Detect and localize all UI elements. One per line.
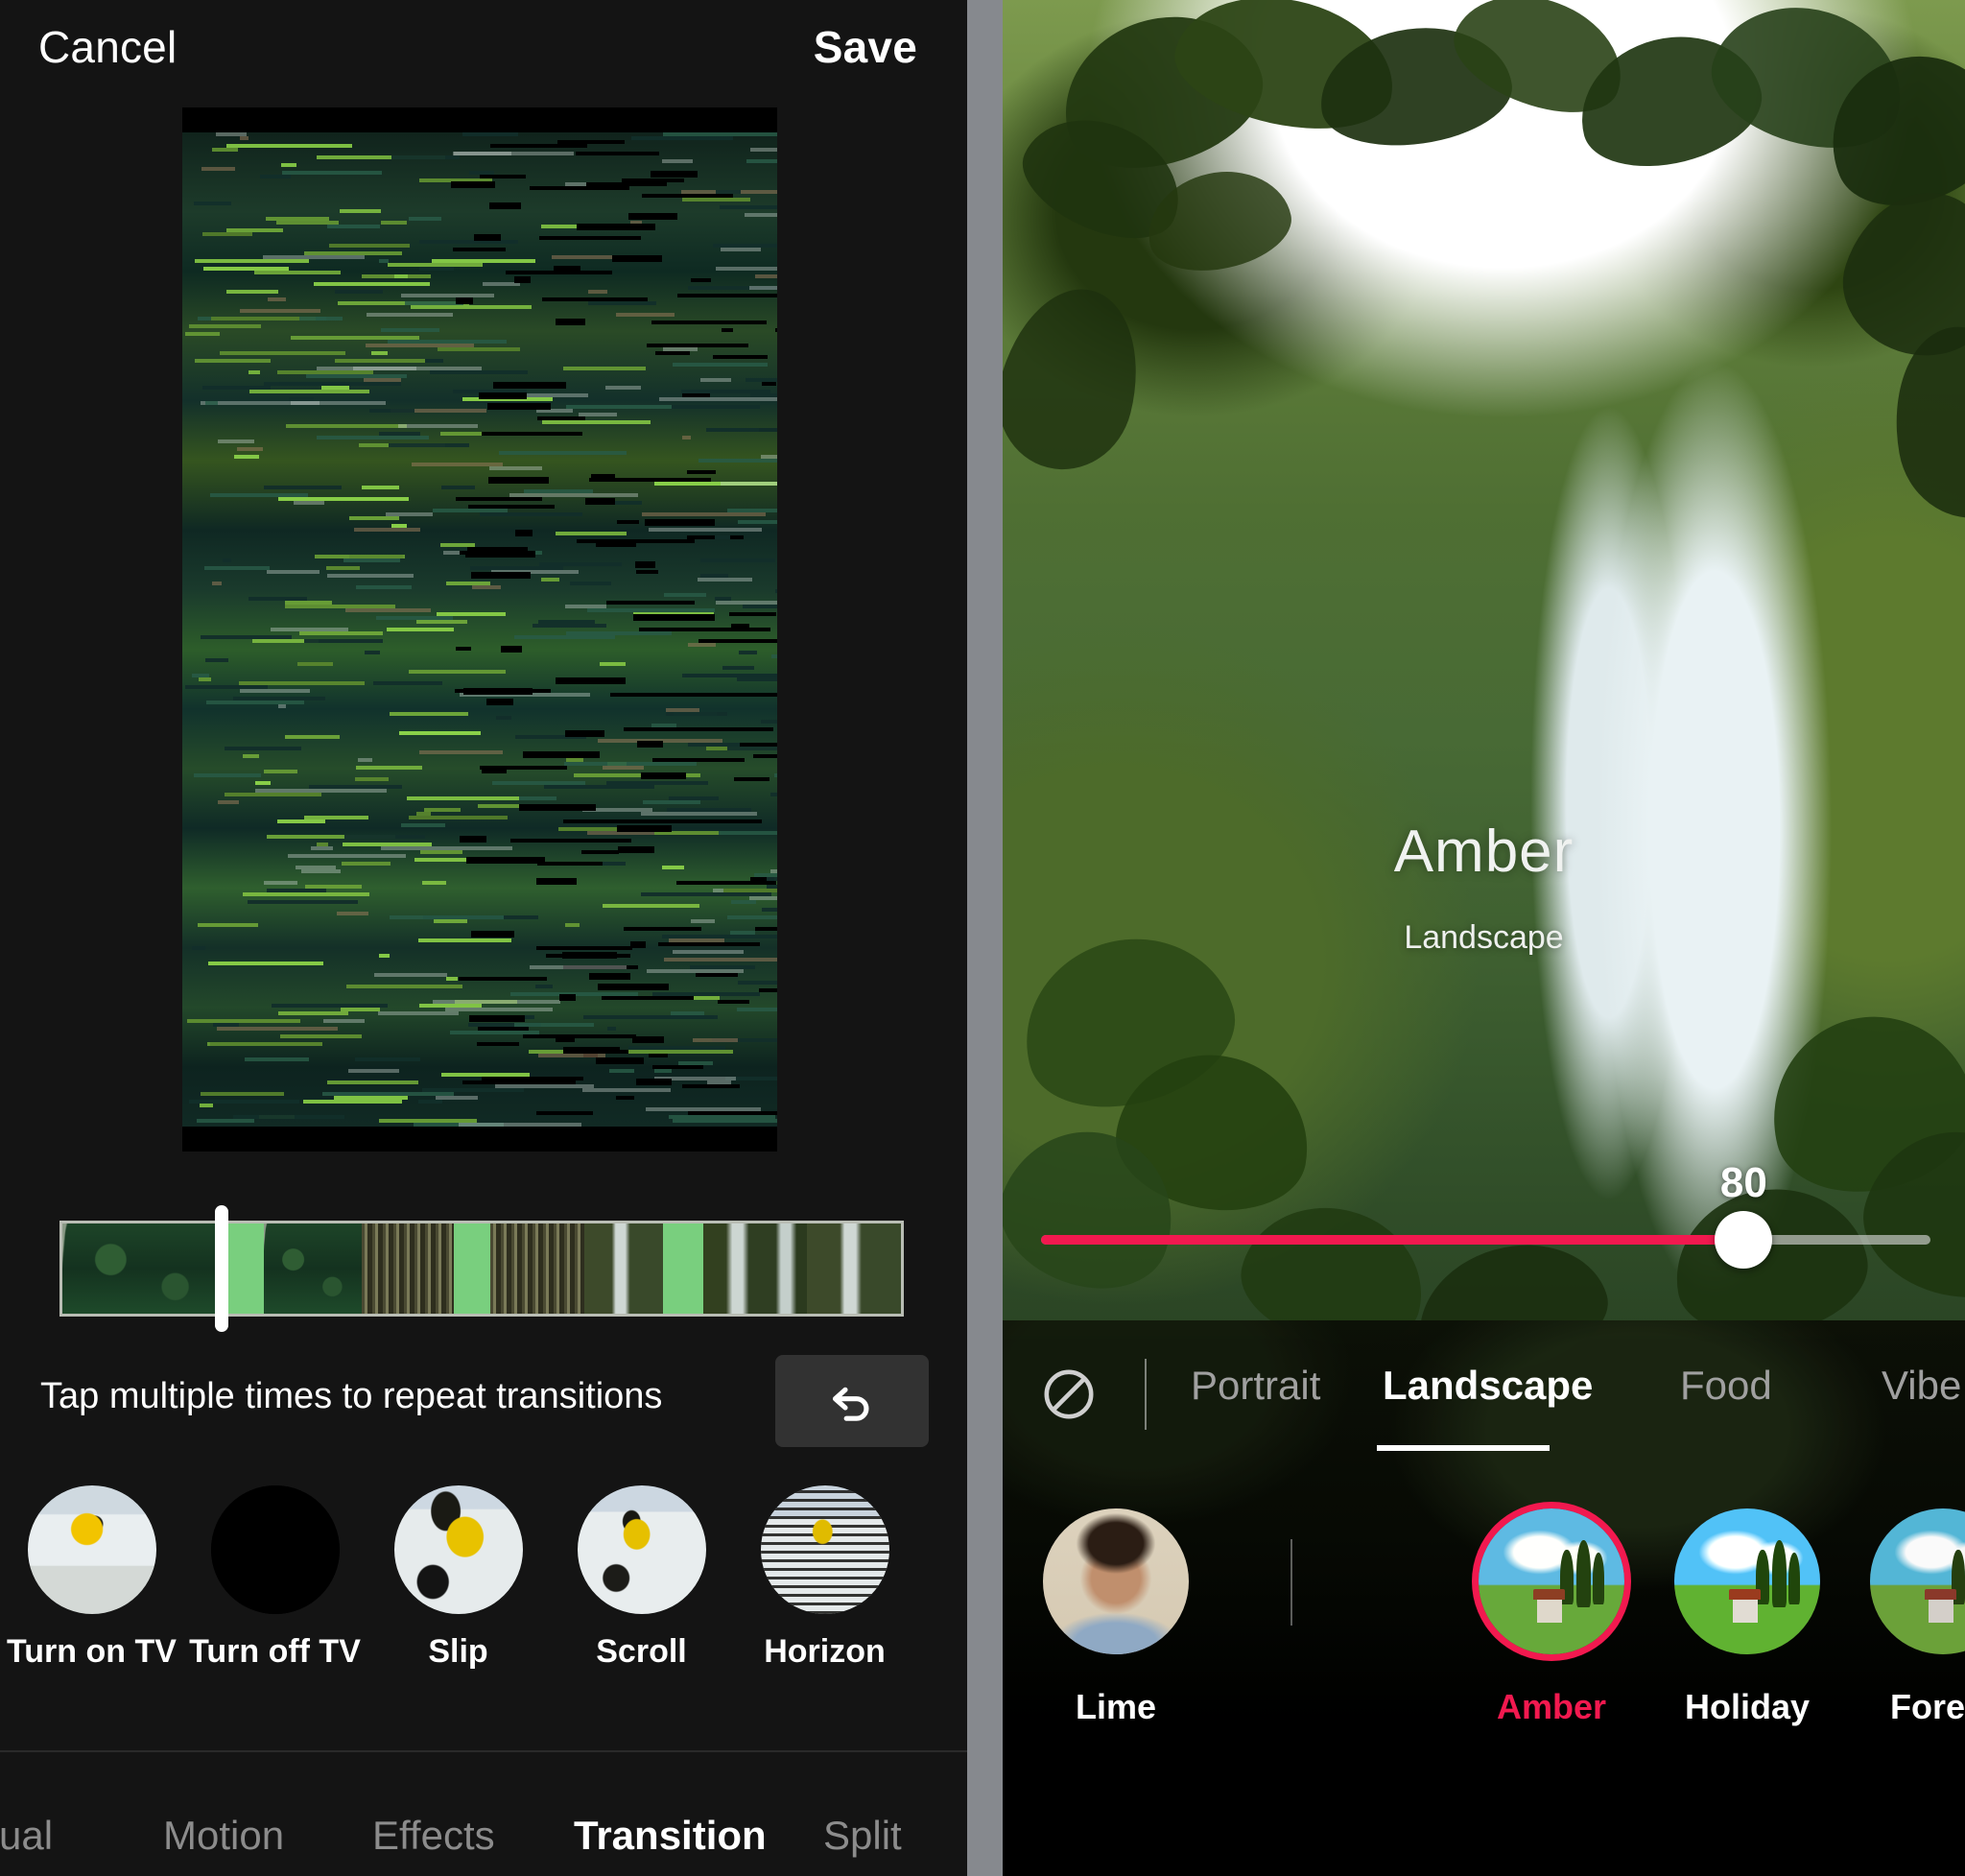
transition-thumb-image	[210, 1485, 340, 1614]
timeline-clip[interactable]	[584, 1223, 663, 1314]
letterbox-bottom	[182, 1127, 777, 1152]
filter-option-lime[interactable]: Lime	[1020, 1508, 1212, 1727]
filmstrip[interactable]	[59, 1221, 904, 1317]
filter-option-holiday[interactable]: Holiday	[1651, 1508, 1843, 1727]
transition-option-scroll[interactable]: Scroll	[550, 1485, 733, 1706]
slider-track[interactable]	[1041, 1235, 1930, 1245]
timeline-clip[interactable]	[264, 1223, 362, 1314]
app-screen: Cancel Save Tap multiple times to repeat…	[0, 0, 1965, 1876]
active-filter-name: Amber	[1393, 819, 1574, 885]
transition-editor-panel: Cancel Save Tap multiple times to repeat…	[0, 0, 967, 1876]
category-tab-food[interactable]: Food	[1680, 1363, 1772, 1409]
timeline-clip[interactable]	[362, 1223, 454, 1314]
slider-fill	[1041, 1235, 1744, 1245]
editor-tab-sual[interactable]: sual	[0, 1813, 53, 1859]
editor-tab-effects[interactable]: Effects	[372, 1813, 495, 1859]
filter-picker-panel: Amber Landscape 80 Portrait Landscape Fo…	[1003, 0, 1965, 1876]
transition-marker[interactable]	[224, 1223, 264, 1314]
clip-timeline[interactable]	[59, 1205, 904, 1332]
transition-marker[interactable]	[454, 1223, 490, 1314]
transition-thumb-image	[760, 1485, 889, 1614]
timeline-playhead[interactable]	[215, 1205, 228, 1332]
transition-thumb-image	[577, 1485, 706, 1614]
category-tab-portrait[interactable]: Portrait	[1191, 1363, 1320, 1409]
filter-thumbnail[interactable]	[1674, 1508, 1820, 1654]
timeline-clip[interactable]	[62, 1223, 224, 1314]
video-preview[interactable]	[182, 107, 777, 1152]
transition-label: Turn on TV	[7, 1633, 177, 1670]
filter-group-separator	[1290, 1539, 1292, 1626]
filter-thumbnail-list[interactable]: Lime Amber Holiday Forest	[1003, 1508, 1965, 1796]
undo-button[interactable]	[775, 1355, 929, 1447]
editor-tab-transition[interactable]: Transition	[574, 1813, 767, 1859]
active-category-underline	[1377, 1445, 1550, 1451]
transition-thumb-image	[393, 1485, 523, 1614]
transition-thumbnail[interactable]	[27, 1485, 156, 1614]
filter-category-tabs[interactable]: Portrait Landscape Food Vibe	[1003, 1353, 1965, 1468]
slider-knob[interactable]	[1715, 1211, 1773, 1269]
editor-tab-bar[interactable]: sual Motion Effects Transition Split	[0, 1796, 967, 1875]
editor-topbar: Cancel Save	[0, 0, 967, 106]
filter-thumb-image	[1674, 1508, 1820, 1654]
cancel-button[interactable]: Cancel	[38, 21, 177, 73]
foliage-overlay	[1003, 0, 1965, 1397]
filter-thumb-image	[1479, 1508, 1624, 1654]
editor-tab-split[interactable]: Split	[823, 1813, 902, 1859]
leaf-shape	[1003, 273, 1157, 485]
transition-option-turn-on-tv[interactable]: Turn on TV	[0, 1485, 183, 1706]
transition-option-slip[interactable]: Slip	[367, 1485, 550, 1706]
intensity-value: 80	[1719, 1159, 1767, 1206]
active-filter-category: Landscape	[1404, 919, 1564, 956]
filter-option-forest[interactable]: Forest	[1847, 1508, 1965, 1727]
transition-option-turn-off-tv[interactable]: Turn off TV	[183, 1485, 367, 1706]
save-button[interactable]: Save	[814, 21, 917, 73]
filter-label: Amber	[1496, 1687, 1607, 1726]
section-divider	[0, 1750, 967, 1752]
transition-thumbnail[interactable]	[210, 1485, 340, 1614]
transition-label: Horizon	[764, 1633, 886, 1670]
glitch-scanlines	[182, 132, 777, 1127]
hint-text: Tap multiple times to repeat transitions	[40, 1376, 663, 1416]
category-separator	[1145, 1359, 1147, 1430]
hint-row: Tap multiple times to repeat transitions	[0, 1351, 967, 1451]
transition-label: Turn off TV	[189, 1633, 361, 1670]
transition-label: Scroll	[596, 1633, 687, 1670]
transition-option-horizon[interactable]: Horizon	[733, 1485, 916, 1706]
transition-thumb-image	[27, 1485, 156, 1614]
timeline-clip[interactable]	[807, 1223, 901, 1314]
undo-arrow-icon	[832, 1387, 869, 1421]
panel-divider	[967, 0, 1003, 1876]
transition-thumbnail[interactable]	[760, 1485, 889, 1614]
category-tab-vibe[interactable]: Vibe	[1882, 1363, 1961, 1409]
timeline-clip[interactable]	[490, 1223, 584, 1314]
no-filter-circle-slash-icon[interactable]	[1041, 1366, 1097, 1422]
filter-label: Forest	[1889, 1687, 1965, 1726]
filter-option-amber[interactable]: Amber	[1456, 1508, 1647, 1727]
transition-list[interactable]: Turn on TV Turn off TV Slip Scroll Horizon	[0, 1485, 967, 1706]
filter-thumbnail[interactable]	[1479, 1508, 1624, 1654]
letterbox-top	[182, 107, 777, 132]
transition-thumbnail[interactable]	[393, 1485, 523, 1614]
filter-thumb-image	[1870, 1508, 1965, 1654]
transition-label: Slip	[428, 1633, 488, 1670]
filter-thumb-image	[1043, 1508, 1189, 1654]
category-tab-landscape[interactable]: Landscape	[1383, 1363, 1593, 1409]
filter-sheet: Portrait Landscape Food Vibe Lime Amber Ho…	[1003, 1320, 1965, 1876]
filter-thumbnail[interactable]	[1043, 1508, 1189, 1654]
transition-marker[interactable]	[663, 1223, 703, 1314]
timeline-clip[interactable]	[703, 1223, 807, 1314]
intensity-slider[interactable]: 80	[1003, 1148, 1965, 1272]
filter-label: Holiday	[1684, 1687, 1811, 1726]
editor-tab-motion[interactable]: Motion	[163, 1813, 284, 1859]
filter-label: Lime	[1075, 1687, 1157, 1726]
waterfall-jungle-photo[interactable]	[1003, 0, 1965, 1397]
glitch-video-frame	[182, 132, 777, 1127]
transition-thumbnail[interactable]	[577, 1485, 706, 1614]
filter-thumbnail[interactable]	[1870, 1508, 1965, 1654]
